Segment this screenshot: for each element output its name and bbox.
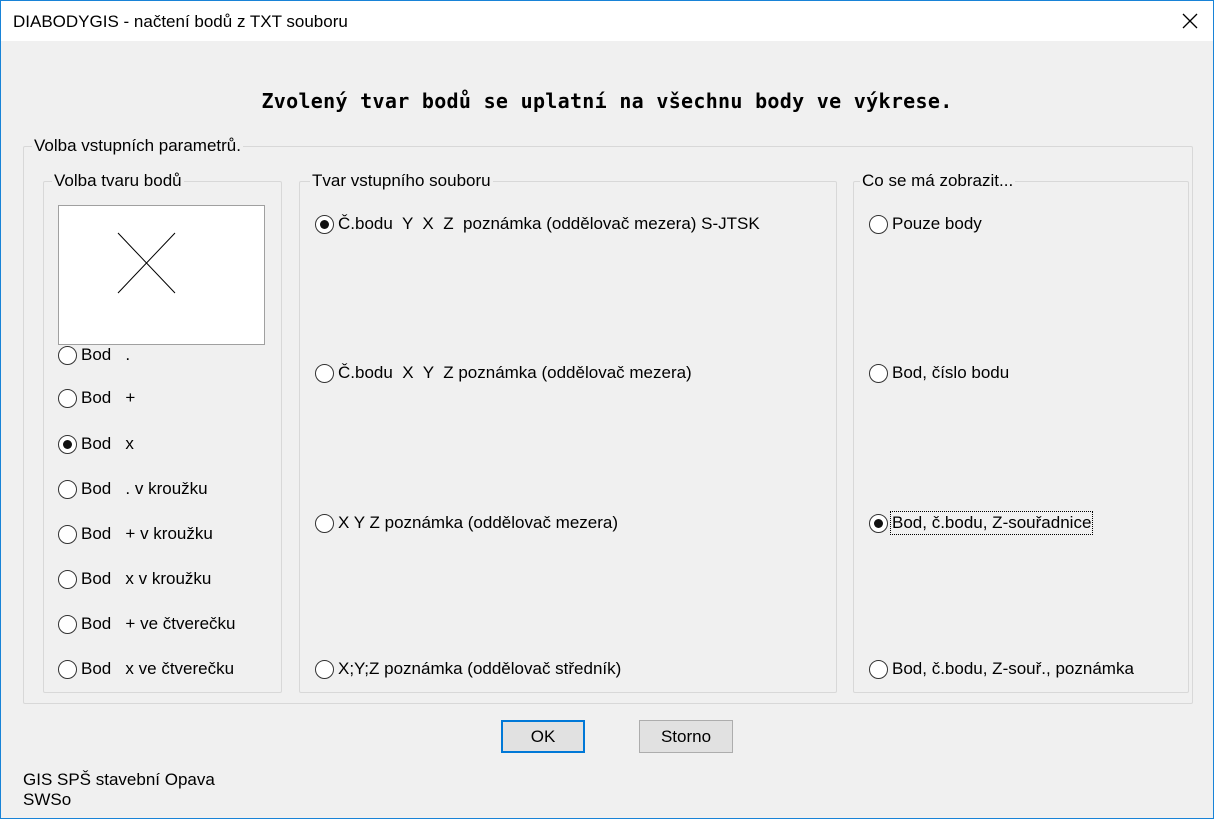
footer-author: SWSo <box>23 790 72 809</box>
shape-option-dot[interactable]: Bod . <box>58 344 130 366</box>
display-group-label: Co se má zobrazit... <box>860 171 1016 191</box>
shape-option-dot-circle[interactable]: Bod . v kroužku <box>58 478 208 500</box>
shape-option-label: Bod . v kroužku <box>81 479 208 498</box>
ok-button[interactable]: OK <box>501 720 585 753</box>
shape-option-label: Bod + <box>81 388 136 407</box>
info-heading: Zvolený tvar bodů se uplatní na všechnu … <box>261 89 953 113</box>
shape-option-x-circle[interactable]: Bod x v kroužku <box>58 568 211 590</box>
display-option-label: Bod, č.bodu, Z-souřadnice <box>889 511 1094 535</box>
shape-option-label: Bod + ve čtverečku <box>81 614 236 633</box>
shape-option-label: Bod x <box>81 434 134 453</box>
format-group: Tvar vstupního souboru <box>299 171 837 693</box>
radio-icon <box>58 614 77 634</box>
radio-icon <box>58 479 77 499</box>
display-option-label: Bod, č.bodu, Z-souř., poznámka <box>892 659 1134 678</box>
format-option-label: X;Y;Z poznámka (oddělovač středník) <box>338 659 622 678</box>
params-group-label: Volba vstupních parametrů. <box>32 136 243 156</box>
shape-preview <box>58 205 265 345</box>
footer-school: GIS SPŠ stavební Opava <box>23 770 215 789</box>
shape-option-label: Bod x v kroužku <box>81 569 212 588</box>
shape-option-label: Bod . <box>81 345 131 364</box>
radio-icon <box>58 659 77 679</box>
format-option-xyz[interactable]: X Y Z poznámka (oddělovač mezera) <box>315 512 618 534</box>
format-option-xyz-semicolon[interactable]: X;Y;Z poznámka (oddělovač středník) <box>315 658 621 680</box>
format-option-label: Č.bodu X Y Z poznámka (oddělovač mezera) <box>338 363 692 382</box>
x-cross-icon <box>117 232 176 294</box>
display-option-point-number[interactable]: Bod, číslo bodu <box>869 362 1009 384</box>
format-option-rxyz[interactable]: Č.bodu X Y Z poznámka (oddělovač mezera) <box>315 362 692 384</box>
radio-icon <box>315 659 334 679</box>
radio-checked-icon <box>869 513 888 533</box>
radio-checked-icon <box>58 434 77 454</box>
display-option-label: Pouze body <box>892 214 982 233</box>
window-title: DIABODYGIS - načtení bodů z TXT souboru <box>13 12 348 31</box>
radio-icon <box>58 524 77 544</box>
radio-icon <box>869 659 888 679</box>
radio-checked-icon <box>315 214 334 234</box>
ok-button-label: OK <box>530 726 556 746</box>
radio-icon <box>869 363 888 383</box>
shape-option-label: Bod + v kroužku <box>81 524 213 543</box>
shape-option-plus[interactable]: Bod + <box>58 387 135 409</box>
format-group-label: Tvar vstupního souboru <box>310 171 493 191</box>
display-option-points-only[interactable]: Pouze body <box>869 213 982 235</box>
display-option-point-number-z-note[interactable]: Bod, č.bodu, Z-souř., poznámka <box>869 658 1134 680</box>
cancel-button[interactable]: Storno <box>639 720 733 753</box>
dialog-window: DIABODYGIS - načtení bodů z TXT souboru … <box>0 0 1214 819</box>
radio-icon <box>58 569 77 589</box>
radio-icon <box>315 363 334 383</box>
format-option-ryxz[interactable]: Č.bodu Y X Z poznámka (oddělovač mezera)… <box>315 213 760 235</box>
shape-option-plus-circle[interactable]: Bod + v kroužku <box>58 523 213 545</box>
close-button[interactable] <box>1167 1 1213 41</box>
format-option-label: X Y Z poznámka (oddělovač mezera) <box>338 513 619 532</box>
shape-option-plus-square[interactable]: Bod + ve čtverečku <box>58 613 236 635</box>
shape-option-x-square[interactable]: Bod x ve čtverečku <box>58 658 234 680</box>
format-option-label: Č.bodu Y X Z poznámka (oddělovač mezera)… <box>338 214 760 233</box>
close-icon <box>1182 13 1198 29</box>
radio-icon <box>869 214 888 234</box>
shape-option-x[interactable]: Bod x <box>58 433 134 455</box>
shape-group-label: Volba tvaru bodů <box>52 171 184 191</box>
cancel-button-label: Storno <box>660 726 712 746</box>
display-option-point-number-z[interactable]: Bod, č.bodu, Z-souřadnice <box>869 511 1094 535</box>
radio-icon <box>315 513 334 533</box>
shape-option-label: Bod x ve čtverečku <box>81 659 235 678</box>
title-bar: DIABODYGIS - načtení bodů z TXT souboru <box>1 1 1213 41</box>
display-option-label: Bod, číslo bodu <box>892 363 1010 382</box>
radio-icon <box>58 345 77 365</box>
display-group: Co se má zobrazit... <box>853 171 1189 693</box>
radio-icon <box>58 388 77 408</box>
